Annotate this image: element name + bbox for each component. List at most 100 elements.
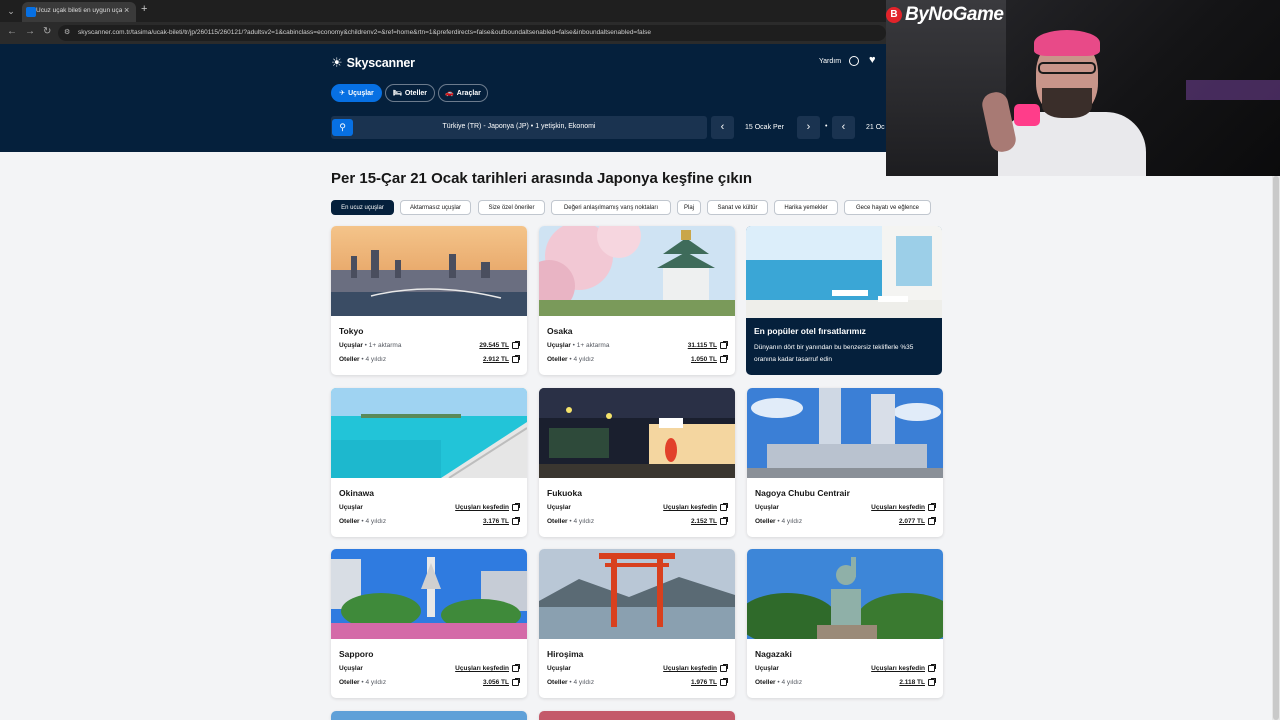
heart-icon[interactable]: ♥ bbox=[869, 54, 876, 66]
flights-row[interactable]: Uçuşlar • 1+ aktarma 31.115 TL bbox=[547, 341, 728, 349]
plane-icon: ✈ bbox=[339, 90, 346, 97]
hotel-price[interactable]: 2.077 TL bbox=[899, 518, 925, 525]
depart-date[interactable]: 15 Ocak Per bbox=[745, 124, 784, 131]
hotel-price[interactable]: 3.056 TL bbox=[483, 679, 509, 686]
hotels-label: Oteller bbox=[547, 356, 568, 363]
flights-label: Uçuşlar bbox=[547, 665, 571, 672]
forward-icon[interactable]: → bbox=[25, 26, 35, 37]
scrollbar-thumb[interactable] bbox=[1273, 176, 1279, 720]
hotel-price[interactable]: 3.176 TL bbox=[483, 518, 509, 525]
explore-flights-link[interactable]: Uçuşları keşfedin bbox=[871, 665, 925, 672]
destination-card-nagasaki[interactable]: Nagazaki Uçuşlar Uçuşları keşfedin Otell… bbox=[747, 549, 943, 698]
external-link-icon bbox=[512, 355, 520, 363]
hotels-label: Oteller bbox=[547, 518, 568, 525]
nav-cars[interactable]: 🚗 Araçlar bbox=[438, 84, 488, 102]
explore-flights-link[interactable]: Uçuşları keşfedin bbox=[663, 665, 717, 672]
nav-hotels[interactable]: 🛏 Oteller bbox=[385, 84, 435, 102]
tab-menu-icon[interactable]: ⌄ bbox=[4, 4, 18, 18]
new-tab-button[interactable]: + bbox=[141, 3, 147, 15]
search-summary-field[interactable]: Türkiye (TR) - Japonya (JP) • 1 yetişkin… bbox=[331, 116, 707, 139]
tab-close-icon[interactable]: × bbox=[124, 5, 129, 15]
explore-flights-link[interactable]: Uçuşları keşfedin bbox=[663, 504, 717, 511]
external-link-icon bbox=[720, 664, 728, 672]
destination-card-nagoya[interactable]: Nagoya Chubu Centrair Uçuşlar Uçuşları k… bbox=[747, 388, 943, 537]
globe-icon[interactable] bbox=[849, 56, 859, 66]
chip-beach[interactable]: Plaj bbox=[677, 200, 701, 215]
reload-icon[interactable]: ↻ bbox=[43, 26, 51, 37]
explore-flights-link[interactable]: Uçuşları keşfedin bbox=[455, 665, 509, 672]
chip-art[interactable]: Sanat ve kültür bbox=[707, 200, 768, 215]
card-title: Tokyo bbox=[339, 326, 364, 336]
hotels-label: Oteller bbox=[339, 679, 360, 686]
hotel-stars: 4 yıldız bbox=[573, 356, 595, 363]
flights-row[interactable]: Uçuşlar Uçuşları keşfedin bbox=[547, 503, 728, 511]
nav-flights[interactable]: ✈ Uçuşlar bbox=[331, 84, 382, 102]
flight-price[interactable]: 29.545 TL bbox=[479, 342, 509, 349]
help-link[interactable]: Yardım bbox=[819, 58, 841, 65]
hotel-price[interactable]: 2.912 TL bbox=[483, 356, 509, 363]
flights-row[interactable]: Uçuşlar • 1+ aktarma 29.545 TL bbox=[339, 341, 520, 349]
chip-for-you[interactable]: Size özel öneriler bbox=[478, 200, 545, 215]
hotel-price[interactable]: 1.050 TL bbox=[691, 356, 717, 363]
hotels-row[interactable]: Oteller • 4 yıldız 2.912 TL bbox=[339, 355, 520, 363]
destination-card-partial[interactable] bbox=[539, 711, 735, 720]
hotels-row[interactable]: Oteller • 4 yıldız 1.050 TL bbox=[547, 355, 728, 363]
hotel-deals-promo[interactable]: En popüler otel fırsatlarımız Dünyanın d… bbox=[746, 226, 942, 375]
flights-row[interactable]: Uçuşlar Uçuşları keşfedin bbox=[755, 503, 936, 511]
chip-direct[interactable]: Aktarmasız uçuşlar bbox=[400, 200, 471, 215]
hotels-row[interactable]: Oteller • 4 yıldız 2.118 TL bbox=[755, 678, 936, 686]
explore-flights-link[interactable]: Uçuşları keşfedin bbox=[455, 504, 509, 511]
card-title: Osaka bbox=[547, 326, 573, 336]
destination-card-partial[interactable] bbox=[331, 711, 527, 720]
destination-card-fukuoka[interactable]: Fukuoka Uçuşlar Uçuşları keşfedin Otelle… bbox=[539, 388, 735, 537]
chip-underrated[interactable]: Değeri anlaşılmamış varış noktaları bbox=[551, 200, 671, 215]
external-link-icon bbox=[928, 503, 936, 511]
back-icon[interactable]: ← bbox=[7, 26, 17, 37]
depart-prev-button[interactable]: ‹ bbox=[711, 116, 734, 139]
flights-row[interactable]: Uçuşlar Uçuşları keşfedin bbox=[339, 664, 520, 672]
destination-card-okinawa[interactable]: Okinawa Uçuşlar Uçuşları keşfedin Otelle… bbox=[331, 388, 527, 537]
return-date[interactable]: 21 Oc bbox=[866, 124, 885, 131]
external-link-icon bbox=[512, 503, 520, 511]
flights-row[interactable]: Uçuşlar Uçuşları keşfedin bbox=[339, 503, 520, 511]
flights-row[interactable]: Uçuşlar Uçuşları keşfedin bbox=[755, 664, 936, 672]
hotels-label: Oteller bbox=[547, 679, 568, 686]
site-info-icon[interactable]: ⚙ bbox=[64, 28, 70, 36]
chip-food[interactable]: Harika yemekler bbox=[774, 200, 838, 215]
card-title: Okinawa bbox=[339, 488, 374, 498]
browser-tab[interactable]: Ucuz uçak bileti en uygun uçak × bbox=[22, 2, 136, 22]
hotels-row[interactable]: Oteller • 4 yıldız 2.152 TL bbox=[547, 517, 728, 525]
search-icon[interactable]: ⚲ bbox=[332, 119, 353, 136]
explore-flights-link[interactable]: Uçuşları keşfedin bbox=[871, 504, 925, 511]
depart-next-button[interactable]: › bbox=[797, 116, 820, 139]
hotel-price[interactable]: 2.118 TL bbox=[899, 679, 925, 686]
chip-nightlife[interactable]: Gece hayatı ve eğlence bbox=[844, 200, 931, 215]
hotels-row[interactable]: Oteller • 4 yıldız 3.056 TL bbox=[339, 678, 520, 686]
search-summary-text: Türkiye (TR) - Japonya (JP) • 1 yetişkin… bbox=[442, 123, 596, 130]
destination-card-tokyo[interactable]: Tokyo Uçuşlar • 1+ aktarma 29.545 TL Ote… bbox=[331, 226, 527, 375]
hotels-label: Oteller bbox=[755, 518, 776, 525]
hotels-row[interactable]: Oteller • 4 yıldız 2.077 TL bbox=[755, 517, 936, 525]
destination-card-osaka[interactable]: Osaka Uçuşlar • 1+ aktarma 31.115 TL Ote… bbox=[539, 226, 735, 375]
bynogame-logo: B ByNoGame bbox=[886, 4, 1004, 26]
hotel-price[interactable]: 1.976 TL bbox=[691, 679, 717, 686]
external-link-icon bbox=[928, 517, 936, 525]
hotel-stars: 4 yıldız bbox=[573, 679, 595, 686]
skyscanner-logo[interactable]: ☀ Skyscanner bbox=[331, 55, 415, 70]
hotels-row[interactable]: Oteller • 4 yıldız 1.976 TL bbox=[547, 678, 728, 686]
destination-card-hiroshima[interactable]: Hiroşima Uçuşlar Uçuşları keşfedin Otell… bbox=[539, 549, 735, 698]
external-link-icon bbox=[720, 678, 728, 686]
promo-title: En popüler otel fırsatlarımız bbox=[754, 326, 866, 336]
favicon-icon bbox=[26, 7, 36, 17]
return-prev-button[interactable]: ‹ bbox=[832, 116, 855, 139]
card-title: Nagoya Chubu Centrair bbox=[755, 488, 850, 498]
destination-card-sapporo[interactable]: Sapporo Uçuşlar Uçuşları keşfedin Otelle… bbox=[331, 549, 527, 698]
hotel-price[interactable]: 2.152 TL bbox=[691, 518, 717, 525]
url-field[interactable]: ⚙ skyscanner.com.tr/tasima/ucak-bileti/t… bbox=[58, 25, 886, 41]
flight-price[interactable]: 31.115 TL bbox=[688, 342, 717, 349]
streamer-hair bbox=[1034, 30, 1100, 56]
chip-cheapest[interactable]: En ucuz uçuşlar bbox=[331, 200, 394, 215]
hotels-row[interactable]: Oteller • 4 yıldız 3.176 TL bbox=[339, 517, 520, 525]
microphone bbox=[1014, 104, 1040, 126]
flights-row[interactable]: Uçuşlar Uçuşları keşfedin bbox=[547, 664, 728, 672]
